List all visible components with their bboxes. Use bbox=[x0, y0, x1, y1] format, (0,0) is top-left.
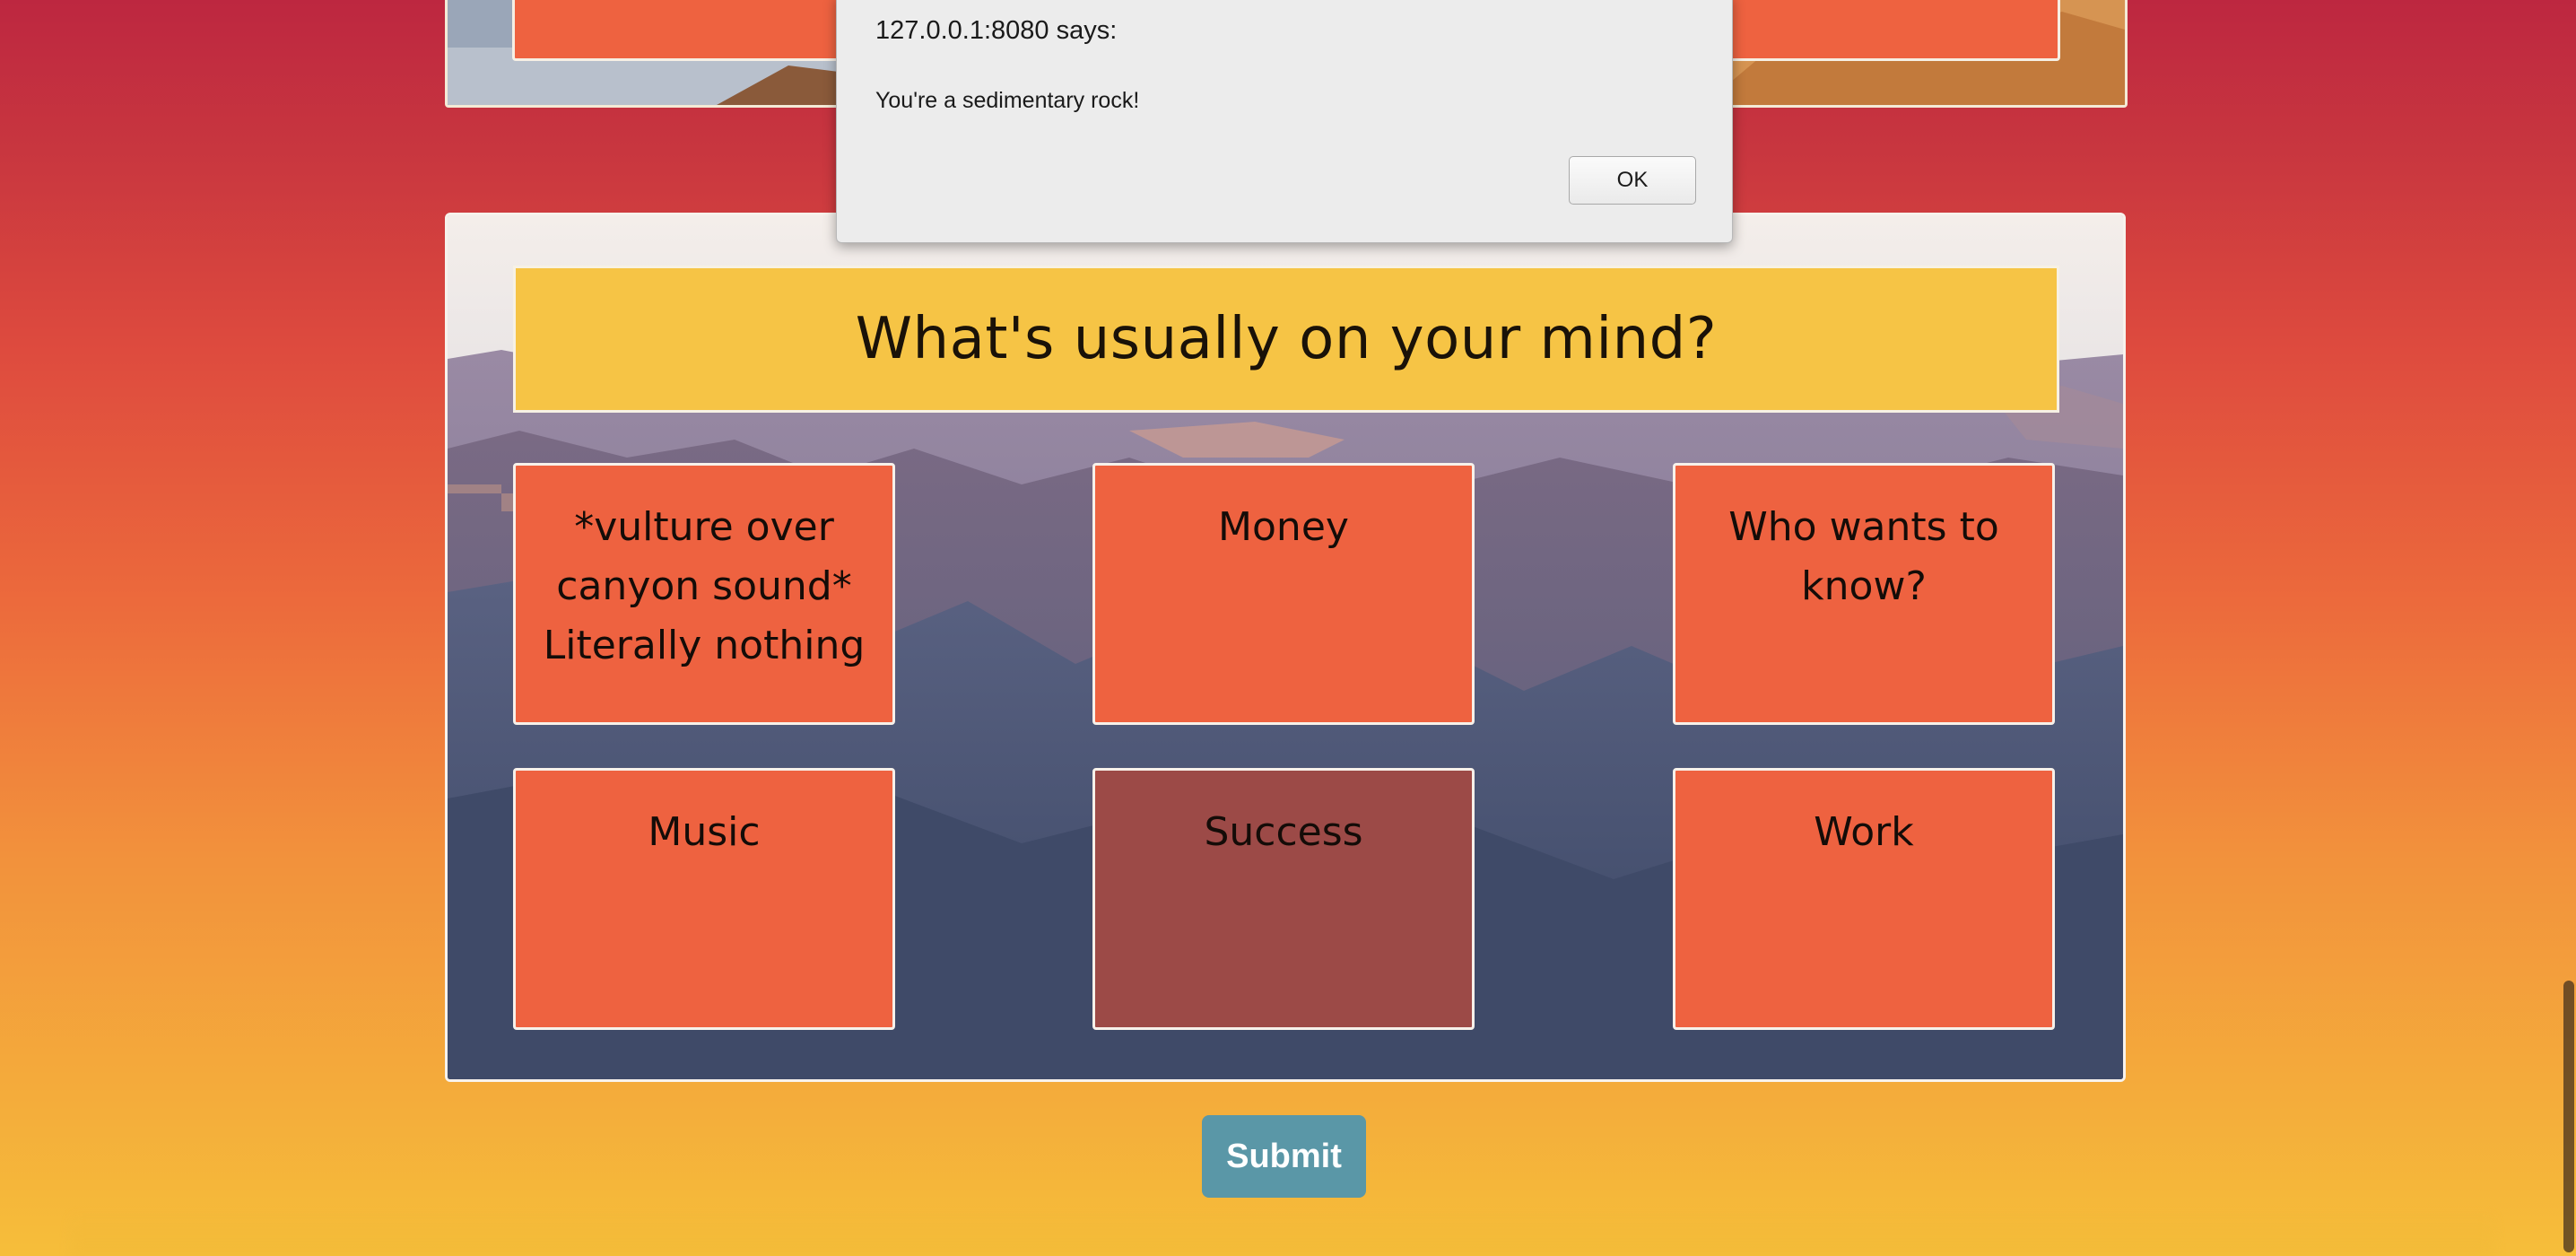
answer-option[interactable]: Who wants to know? bbox=[1673, 463, 2055, 725]
scrollbar[interactable] bbox=[2558, 0, 2576, 1256]
scrollbar-thumb[interactable] bbox=[2563, 981, 2574, 1252]
answer-label: Work bbox=[1814, 809, 1914, 855]
answer-grid: *vulture over canyon sound* Literally no… bbox=[513, 463, 2059, 1037]
answer-option[interactable]: Work bbox=[1673, 768, 2055, 1030]
question-title: What's usually on your mind? bbox=[855, 306, 1718, 372]
alert-dialog: 127.0.0.1:8080 says: You're a sedimentar… bbox=[836, 0, 1733, 243]
answer-option[interactable]: Music bbox=[513, 768, 895, 1030]
answer-label: Money bbox=[1218, 504, 1349, 550]
answer-label: Who wants to know? bbox=[1728, 504, 1999, 609]
answer-label: Success bbox=[1204, 809, 1363, 855]
alert-origin: 127.0.0.1:8080 says: bbox=[875, 16, 1118, 45]
alert-message: You're a sedimentary rock! bbox=[875, 88, 1140, 113]
answer-label: *vulture over canyon sound* Literally no… bbox=[543, 504, 866, 668]
page-footer-shadow bbox=[72, 1213, 2493, 1256]
question-title-box: What's usually on your mind? bbox=[513, 266, 2059, 413]
question-card: What's usually on your mind? *vulture ov… bbox=[445, 213, 2126, 1082]
submit-button[interactable]: Submit bbox=[1202, 1115, 1366, 1198]
answer-option-selected[interactable]: Success bbox=[1092, 768, 1475, 1030]
answer-option[interactable]: Money bbox=[1092, 463, 1475, 725]
alert-ok-button[interactable]: OK bbox=[1569, 156, 1696, 205]
answer-option[interactable]: *vulture over canyon sound* Literally no… bbox=[513, 463, 895, 725]
answer-label: Music bbox=[648, 809, 761, 855]
